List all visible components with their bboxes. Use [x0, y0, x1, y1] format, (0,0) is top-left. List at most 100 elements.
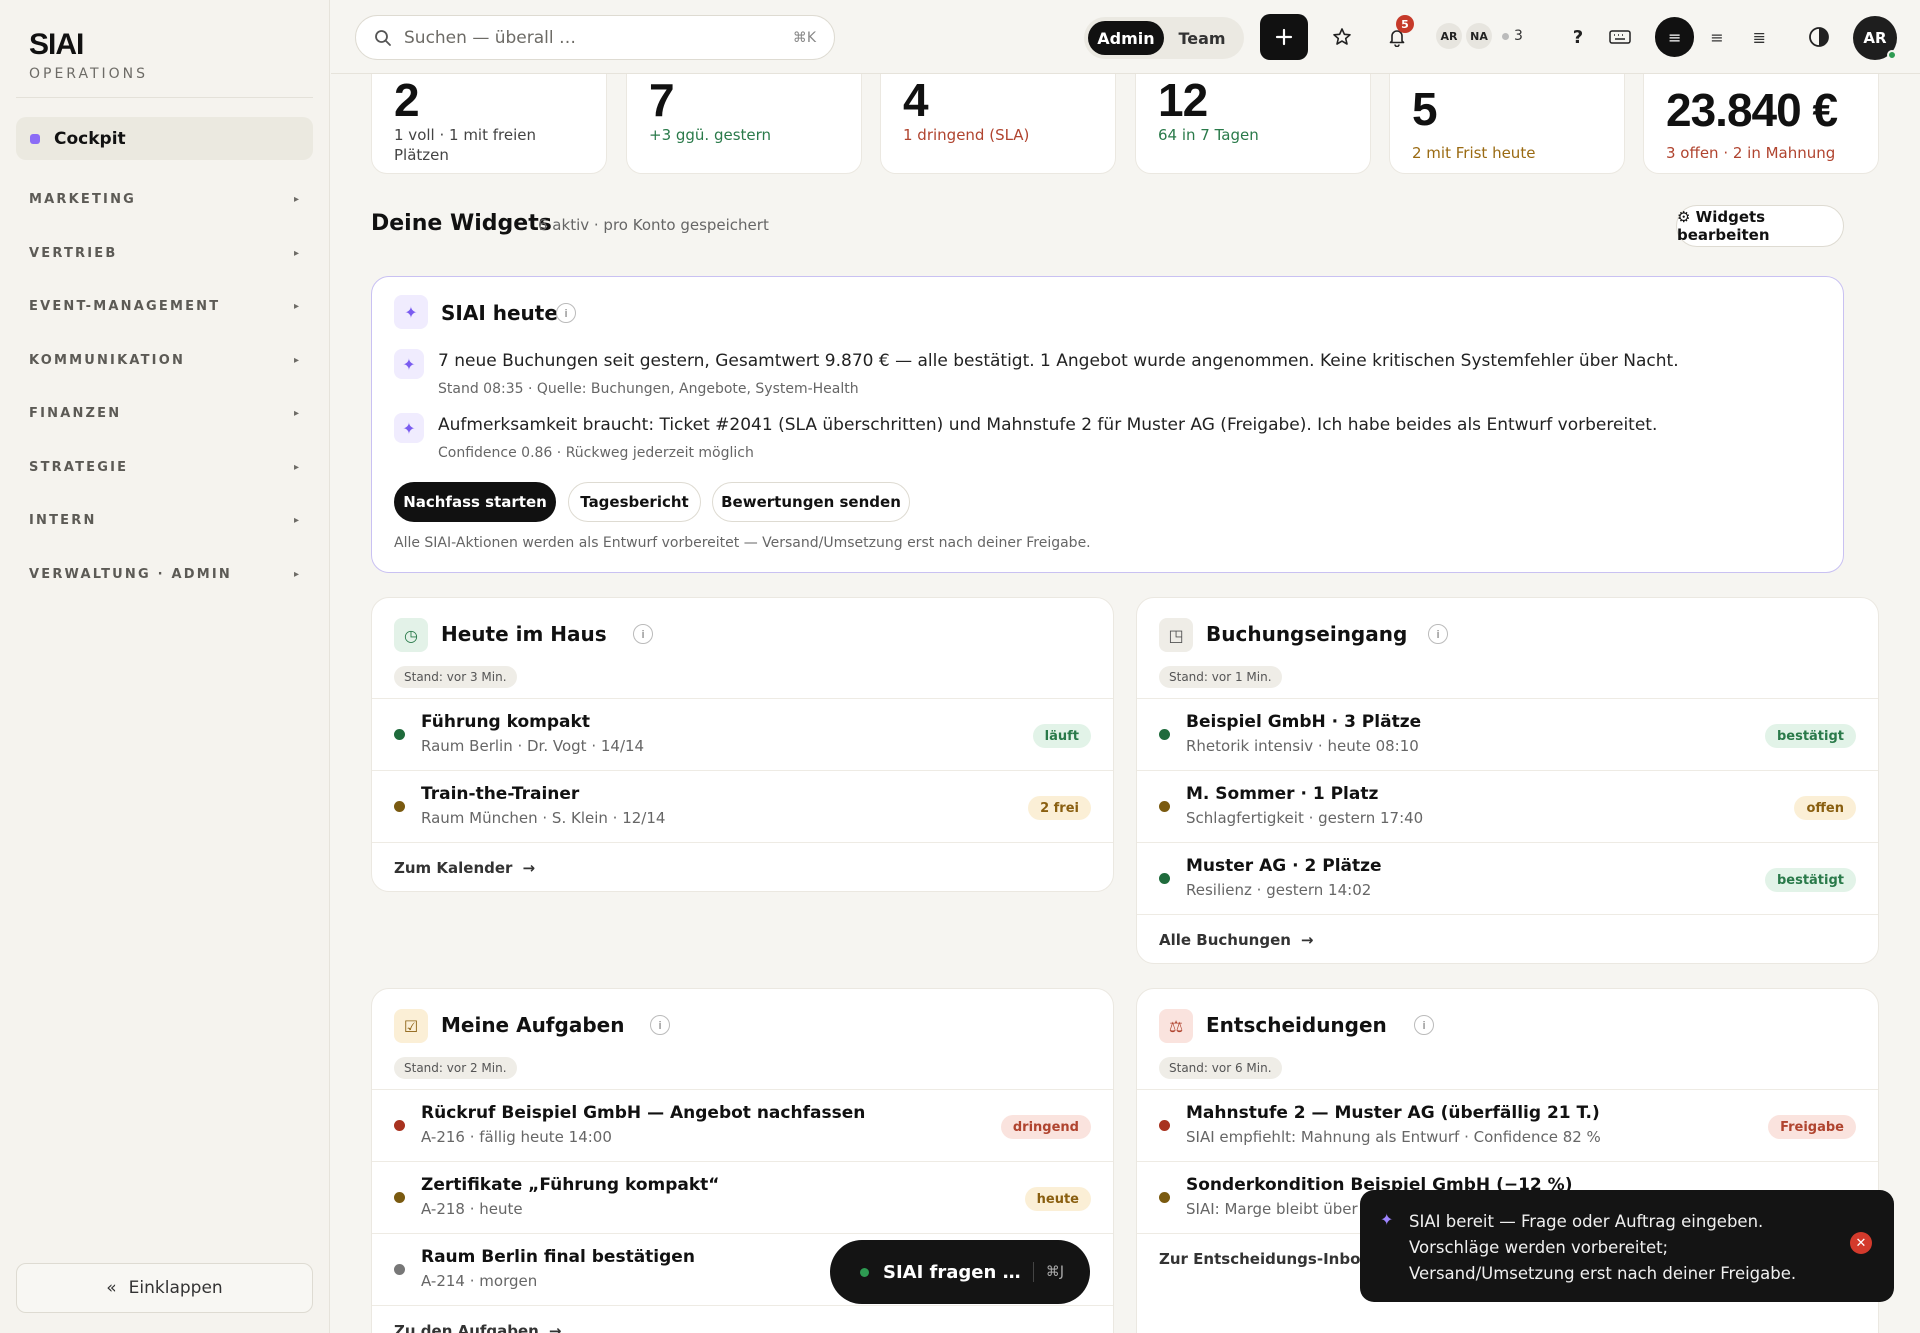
sidebar-group-label: VERTRIEB	[29, 246, 118, 261]
sidebar-group-event-management[interactable]: EVENT-MANAGEMENT ▸	[29, 299, 299, 314]
edit-widgets-button[interactable]: ⚙ Widgets bearbeiten	[1676, 205, 1844, 247]
user-initials: AR	[1863, 29, 1887, 47]
nachfass-starten-button[interactable]: Nachfass starten	[394, 482, 556, 522]
status-dot-icon	[394, 1192, 405, 1203]
kpi-card[interactable]: 7 +3 ggü. gestern	[626, 74, 862, 174]
brand-logo[interactable]: SIAI OPERATIONS	[29, 28, 148, 82]
kpi-card[interactable]: 4 1 dringend (SLA)	[880, 74, 1116, 174]
sidebar-group-verwaltung-admin[interactable]: VERWALTUNG · ADMIN ▸	[29, 567, 299, 582]
sidebar-group-label: STRATEGIE	[29, 460, 129, 475]
kpi-sub: +3 ggü. gestern	[649, 126, 772, 144]
star-icon	[1333, 28, 1351, 45]
zum-kalender-link[interactable]: Zum Kalender →	[372, 842, 1113, 891]
double-chevron-left-icon: «	[106, 1278, 117, 1298]
density-comfortable-button[interactable]: ≣	[1740, 17, 1779, 57]
list-item[interactable]: Beispiel GmbH · 3 Plätze Rhetorik intens…	[1137, 698, 1878, 770]
theme-toggle-button[interactable]	[1804, 22, 1834, 52]
item-subtitle: A-216 · fällig heute 14:00	[421, 1128, 612, 1146]
divider	[16, 97, 313, 98]
item-title: Raum Berlin final bestätigen	[421, 1247, 695, 1267]
search-box[interactable]: ⌘K	[355, 15, 835, 60]
sidebar-group-kommunikation[interactable]: KOMMUNIKATION ▸	[29, 353, 299, 368]
help-button[interactable]: ?	[1563, 22, 1593, 52]
sparkle-icon: ✦	[394, 295, 428, 329]
alle-buchungen-link[interactable]: Alle Buchungen →	[1137, 914, 1878, 963]
kpi-card[interactable]: 5 2 mit Frist heute	[1389, 74, 1625, 174]
main-content: 2 1 voll · 1 mit freien Plätzen 7 +3 ggü…	[331, 74, 1920, 1333]
tagesbericht-button[interactable]: Tagesbericht	[568, 482, 701, 522]
list-item[interactable]: Zertifikate „Führung kompakt“ A-218 · he…	[372, 1161, 1113, 1233]
kpi-card[interactable]: 23.840 € 3 offen · 2 in Mahnung	[1643, 74, 1879, 174]
info-icon[interactable]: i	[1428, 624, 1448, 644]
link-label: Zur Entscheidungs-Inbox	[1159, 1249, 1371, 1268]
chevron-right-icon: ▸	[293, 408, 299, 419]
siai-ask-button[interactable]: SIAI fragen … ⌘J	[830, 1240, 1090, 1304]
info-icon[interactable]: i	[1414, 1015, 1434, 1035]
bewertungen-senden-button[interactable]: Bewertungen senden	[712, 482, 910, 522]
keyboard-icon	[1609, 30, 1631, 44]
info-icon[interactable]: i	[650, 1015, 670, 1035]
density-compact-button[interactable]: ≡	[1655, 17, 1695, 57]
list-item[interactable]: Mahnstufe 2 — Muster AG (überfällig 21 T…	[1137, 1089, 1878, 1161]
density-compact-icon: ≡	[1667, 27, 1682, 47]
info-icon[interactable]: i	[633, 624, 653, 644]
widget-heute-im-haus: ◷ Heute im Haus i Stand: vor 3 Min. Führ…	[371, 597, 1114, 892]
status-dot-icon	[394, 1264, 405, 1275]
keyboard-shortcuts-button[interactable]	[1605, 22, 1635, 52]
list-item[interactable]: Muster AG · 2 Plätze Resilienz · gestern…	[1137, 842, 1878, 914]
info-icon[interactable]: i	[556, 303, 576, 323]
item-subtitle: Rhetorik intensiv · heute 08:10	[1186, 737, 1419, 755]
sidebar-item-cockpit[interactable]: Cockpit	[16, 117, 313, 160]
checkbox-icon: ☑	[394, 1009, 428, 1043]
collapse-sidebar-button[interactable]: « Einklappen	[16, 1263, 313, 1313]
zu-den-aufgaben-link[interactable]: Zu den Aufgaben →	[372, 1305, 1113, 1333]
role-admin-button[interactable]: Admin	[1088, 21, 1164, 55]
freshness-badge: Stand: vor 6 Min.	[1159, 1057, 1282, 1079]
help-icon: ?	[1572, 26, 1584, 48]
chevron-right-icon: ▸	[293, 194, 299, 205]
kpi-value: 23.840 €	[1666, 84, 1838, 136]
link-label: Zu den Aufgaben	[394, 1321, 539, 1333]
siai-insight-text: Aufmerksamkeit braucht: Ticket #2041 (SL…	[438, 415, 1658, 435]
list-item[interactable]: Rückruf Beispiel GmbH — Angebot nachfass…	[372, 1089, 1113, 1161]
online-count: 3	[1502, 28, 1523, 44]
item-subtitle: SIAI: Marge bleibt über	[1186, 1200, 1358, 1218]
widget-title: Entscheidungen	[1206, 1013, 1387, 1037]
online-status-icon	[1887, 50, 1897, 60]
sidebar-group-label: FINANZEN	[29, 406, 122, 421]
chevron-right-icon: ▸	[293, 515, 299, 526]
sidebar-group-vertrieb[interactable]: VERTRIEB ▸	[29, 246, 299, 261]
favorites-button[interactable]	[1327, 22, 1357, 52]
avatar: AR	[1436, 23, 1462, 49]
list-item[interactable]: M. Sommer · 1 Platz Schlagfertigkeit · g…	[1137, 770, 1878, 842]
sidebar-group-finanzen[interactable]: FINANZEN ▸	[29, 406, 299, 421]
status-dot-icon	[1159, 1192, 1170, 1203]
kpi-card[interactable]: 12 64 in 7 Tagen	[1135, 74, 1371, 174]
search-icon	[375, 29, 391, 46]
kpi-value: 2	[394, 74, 420, 126]
sidebar-group-marketing[interactable]: MARKETING ▸	[29, 192, 299, 207]
list-item[interactable]: Train-the-Trainer Raum München · S. Klei…	[372, 770, 1113, 842]
item-subtitle: Raum München · S. Klein · 12/14	[421, 809, 666, 827]
list-item[interactable]: Führung kompakt Raum Berlin · Dr. Vogt ·…	[372, 698, 1113, 770]
user-avatar[interactable]: AR	[1853, 16, 1897, 60]
scales-icon: ⚖	[1159, 1009, 1193, 1043]
density-medium-button[interactable]: ≡	[1697, 17, 1736, 57]
create-new-button[interactable]	[1260, 14, 1308, 60]
kpi-sub: 1 voll · 1 mit freien Plätzen	[394, 126, 536, 164]
widget-title: Meine Aufgaben	[441, 1013, 625, 1037]
kpi-sub: 3 offen · 2 in Mahnung	[1666, 144, 1836, 162]
role-team-button[interactable]: Team	[1164, 21, 1240, 55]
kpi-sub: 2 mit Frist heute	[1412, 144, 1536, 162]
close-icon[interactable]: ✕	[1850, 1232, 1872, 1254]
search-shortcut: ⌘K	[792, 29, 816, 46]
search-input[interactable]	[404, 27, 793, 48]
item-title: M. Sommer · 1 Platz	[1186, 784, 1379, 804]
kpi-card[interactable]: 2 1 voll · 1 mit freien Plätzen	[371, 74, 607, 174]
presence-indicator[interactable]: AR NA 3	[1436, 23, 1523, 49]
sparkle-icon: ✦	[394, 413, 424, 443]
role-switcher: Admin Team	[1084, 17, 1244, 59]
sidebar-group-intern[interactable]: INTERN ▸	[29, 513, 299, 528]
arrow-right-icon: →	[522, 858, 536, 877]
sidebar-group-strategie[interactable]: STRATEGIE ▸	[29, 460, 299, 475]
